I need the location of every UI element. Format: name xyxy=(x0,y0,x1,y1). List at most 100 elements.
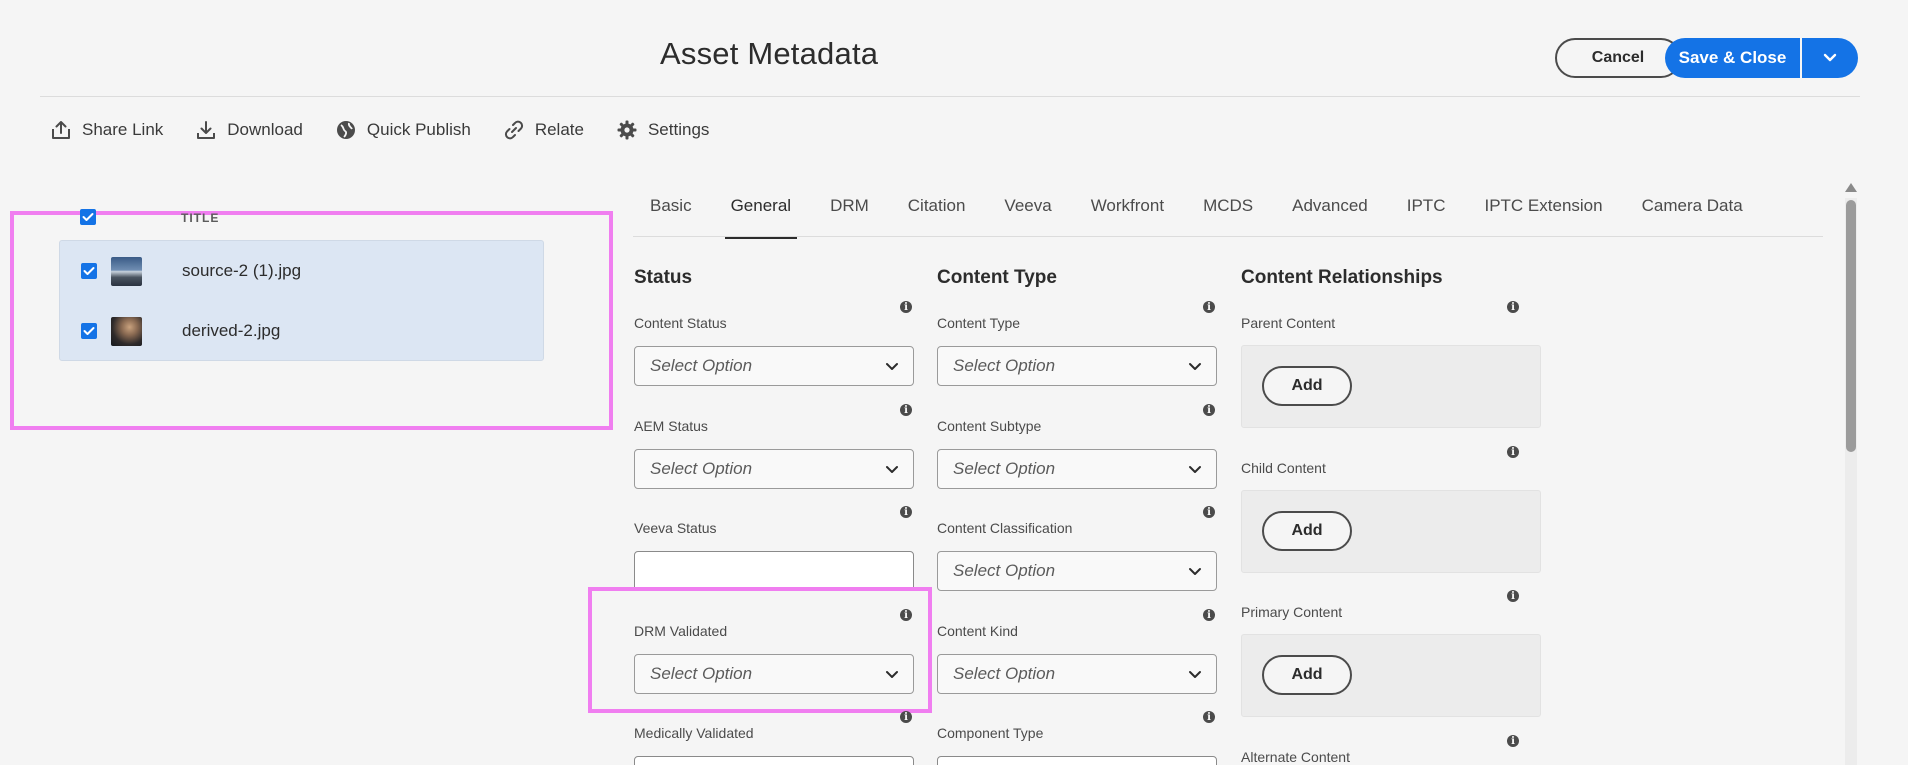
title-column-header[interactable]: TITLE xyxy=(181,211,219,225)
link-icon xyxy=(504,120,523,140)
globe-icon xyxy=(336,121,355,139)
chevron-down-icon xyxy=(1823,53,1837,62)
info-icon[interactable]: i xyxy=(1203,609,1215,621)
veeva-status-field[interactable] xyxy=(634,551,914,591)
select-value: Select Option xyxy=(953,664,1056,683)
content-type-label: Content Type xyxy=(937,315,1021,331)
chevron-down-icon xyxy=(886,671,898,678)
tab-basic[interactable]: Basic xyxy=(650,196,692,226)
tab-veeva[interactable]: Veeva xyxy=(1004,196,1051,226)
aem-status-select[interactable]: Select Option xyxy=(634,449,914,489)
asset-list: source-2 (1).jpg derived-2.jpg xyxy=(59,240,544,361)
share-link-button[interactable]: Share Link xyxy=(50,119,163,141)
metadata-tabs: Basic General DRM Citation Veeva Workfro… xyxy=(650,196,1782,239)
chevron-down-icon xyxy=(1189,671,1201,678)
chevron-down-icon xyxy=(1189,466,1201,473)
content-subtype-select[interactable]: Select Option xyxy=(937,449,1217,489)
info-icon[interactable]: i xyxy=(1507,301,1519,313)
medically-validated-field[interactable] xyxy=(634,756,914,765)
relate-button[interactable]: Relate xyxy=(503,119,584,141)
tabs-divider xyxy=(633,236,1823,237)
info-icon[interactable]: i xyxy=(1203,404,1215,416)
settings-label: Settings xyxy=(647,120,710,139)
tab-drm[interactable]: DRM xyxy=(830,196,869,226)
content-classification-select[interactable]: Select Option xyxy=(937,551,1217,591)
content-type-select[interactable]: Select Option xyxy=(937,346,1217,386)
save-and-close-button[interactable]: Save & Close xyxy=(1665,38,1800,78)
header-divider xyxy=(40,96,1860,97)
child-content-label: Child Content xyxy=(1241,460,1326,476)
select-all-checkbox[interactable] xyxy=(80,209,96,225)
select-value: Select Option xyxy=(650,356,753,375)
info-icon[interactable]: i xyxy=(900,711,912,723)
info-icon[interactable]: i xyxy=(900,404,912,416)
settings-button[interactable]: Settings xyxy=(616,119,709,141)
chevron-down-icon xyxy=(886,466,898,473)
relate-label: Relate xyxy=(534,120,584,139)
component-type-label: Component Type xyxy=(937,725,1044,741)
drm-validated-label: DRM Validated xyxy=(634,623,728,639)
info-icon[interactable]: i xyxy=(1507,446,1519,458)
download-icon xyxy=(197,121,216,139)
scroll-up-arrow-icon[interactable] xyxy=(1845,183,1857,192)
asset-name: derived-2.jpg xyxy=(182,321,281,340)
component-type-field[interactable] xyxy=(937,756,1217,765)
asset-metadata-page: Asset Metadata Cancel Save & Close Share… xyxy=(0,0,1908,765)
chevron-down-icon xyxy=(1189,568,1201,575)
content-subtype-label: Content Subtype xyxy=(937,418,1042,434)
info-icon[interactable]: i xyxy=(1507,590,1519,602)
download-label: Download xyxy=(227,120,303,139)
page-title: Asset Metadata xyxy=(660,36,879,71)
content-kind-label: Content Kind xyxy=(937,623,1018,639)
info-icon[interactable]: i xyxy=(1203,506,1215,518)
tab-citation[interactable]: Citation xyxy=(908,196,966,226)
veeva-status-label: Veeva Status xyxy=(634,520,717,536)
download-button[interactable]: Download xyxy=(195,119,303,141)
content-status-select[interactable]: Select Option xyxy=(634,346,914,386)
select-value: Select Option xyxy=(953,561,1056,580)
checkmark-icon xyxy=(82,213,94,221)
cancel-button[interactable]: Cancel xyxy=(1555,38,1681,78)
select-value: Select Option xyxy=(650,459,753,478)
content-classification-label: Content Classification xyxy=(937,520,1073,536)
info-icon[interactable]: i xyxy=(900,301,912,313)
add-child-content-button[interactable]: Add xyxy=(1262,511,1352,551)
tab-camera-data[interactable]: Camera Data xyxy=(1642,196,1743,226)
tab-mcds[interactable]: MCDS xyxy=(1203,196,1253,226)
checkmark-icon xyxy=(83,327,95,335)
primary-content-label: Primary Content xyxy=(1241,604,1343,620)
drm-validated-highlight xyxy=(588,587,932,713)
add-primary-content-button[interactable]: Add xyxy=(1262,655,1352,695)
drm-validated-select[interactable]: Select Option xyxy=(634,654,914,694)
child-content-box: Add xyxy=(1241,490,1541,573)
parent-content-box: Add xyxy=(1241,345,1541,428)
add-parent-content-button[interactable]: Add xyxy=(1262,366,1352,406)
action-bar: Share Link Download Quick Publish Relate… xyxy=(50,116,741,144)
quick-publish-button[interactable]: Quick Publish xyxy=(335,119,471,141)
tab-iptc-extension[interactable]: IPTC Extension xyxy=(1484,196,1602,226)
scrollbar-thumb[interactable] xyxy=(1846,200,1856,452)
status-section-title: Status xyxy=(634,267,693,288)
save-options-dropdown[interactable] xyxy=(1802,38,1858,78)
aem-status-label: AEM Status xyxy=(634,418,708,434)
tab-workfront[interactable]: Workfront xyxy=(1091,196,1164,226)
asset-row[interactable]: source-2 (1).jpg xyxy=(60,241,543,301)
asset-checkbox[interactable] xyxy=(81,323,97,339)
content-type-section-title: Content Type xyxy=(937,267,1057,288)
asset-row[interactable]: derived-2.jpg xyxy=(60,301,543,361)
chevron-down-icon xyxy=(1189,363,1201,370)
tab-iptc[interactable]: IPTC xyxy=(1407,196,1446,226)
tab-general[interactable]: General xyxy=(724,196,798,239)
info-icon[interactable]: i xyxy=(900,506,912,518)
info-icon[interactable]: i xyxy=(900,609,912,621)
select-value: Select Option xyxy=(650,664,753,683)
tab-advanced[interactable]: Advanced xyxy=(1292,196,1368,226)
asset-name: source-2 (1).jpg xyxy=(182,261,302,280)
info-icon[interactable]: i xyxy=(1507,735,1519,747)
info-icon[interactable]: i xyxy=(1203,301,1215,313)
info-icon[interactable]: i xyxy=(1203,711,1215,723)
select-value: Select Option xyxy=(953,459,1056,478)
gear-icon xyxy=(617,120,637,140)
asset-checkbox[interactable] xyxy=(81,263,97,279)
content-kind-select[interactable]: Select Option xyxy=(937,654,1217,694)
